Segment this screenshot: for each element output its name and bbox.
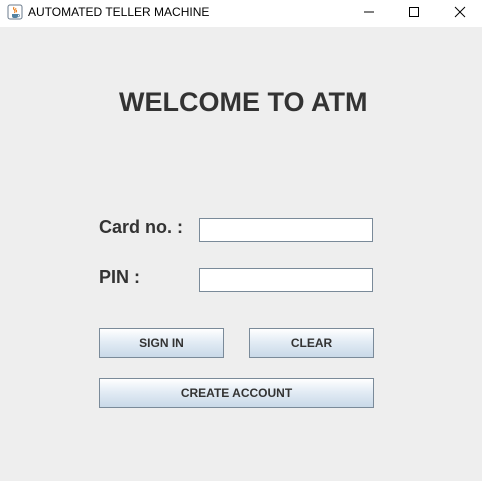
window-title: AUTOMATED TELLER MACHINE — [28, 5, 210, 19]
minimize-button[interactable] — [346, 0, 391, 27]
pin-label: PIN : — [99, 267, 141, 287]
maximize-button[interactable] — [391, 0, 436, 27]
card-number-label: Card no. : — [99, 217, 183, 237]
atm-window: AUTOMATED TELLER MACHINE WELCOME TO ATM … — [0, 0, 482, 481]
create-account-button[interactable]: CREATE ACCOUNT — [99, 378, 374, 408]
welcome-heading: WELCOME TO ATM — [119, 87, 368, 117]
title-bar[interactable]: AUTOMATED TELLER MACHINE — [0, 0, 482, 27]
java-cup-icon — [7, 4, 23, 20]
clear-button[interactable]: CLEAR — [249, 328, 374, 358]
sign-in-button[interactable]: SIGN IN — [99, 328, 224, 358]
pin-input[interactable] — [199, 268, 373, 292]
minimize-icon — [363, 5, 375, 23]
close-icon — [454, 5, 466, 23]
close-button[interactable] — [437, 0, 482, 27]
maximize-icon — [408, 5, 420, 23]
card-number-input[interactable] — [199, 218, 373, 242]
